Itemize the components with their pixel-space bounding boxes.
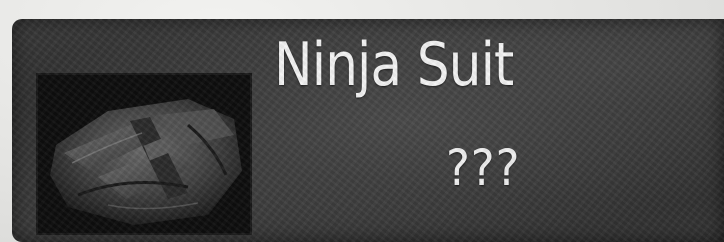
item-info-page: Ninja Suit ???: [0, 0, 724, 242]
ninja-suit-icon: [38, 75, 250, 233]
item-description: ???: [446, 139, 521, 197]
item-name: Ninja Suit: [274, 30, 514, 100]
item-card: Ninja Suit ???: [12, 19, 724, 242]
